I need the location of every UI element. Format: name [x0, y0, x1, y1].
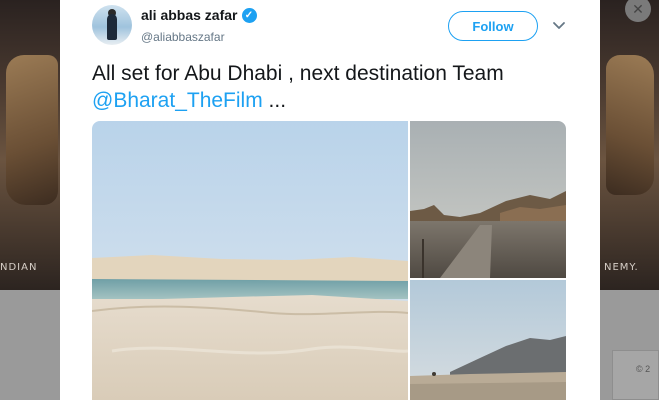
- media-grid: [92, 121, 566, 400]
- tweet-text-suffix: ...: [262, 89, 287, 112]
- desert-mountain-road-photo[interactable]: [410, 121, 566, 278]
- author-handle[interactable]: @aliabbaszafar: [141, 30, 225, 44]
- background-caption-right: NEMY.: [604, 262, 639, 273]
- avatar[interactable]: [92, 5, 132, 45]
- tweet-text-body: All set for Abu Dhabi , next destination…: [92, 62, 504, 85]
- desert-lake-photo[interactable]: [92, 121, 408, 400]
- chevron-down-icon[interactable]: [551, 17, 567, 33]
- background-copyright: © 2: [636, 364, 651, 374]
- background-area-left: [0, 290, 60, 400]
- tweet-text: All set for Abu Dhabi , next destination…: [92, 60, 582, 114]
- desert-plain-mountains-photo[interactable]: [410, 280, 566, 400]
- tweet-modal: ali abbas zafar ✓ @aliabbaszafar Follow …: [60, 0, 600, 400]
- author-display-name[interactable]: ali abbas zafar: [141, 7, 238, 23]
- verified-badge-icon: ✓: [241, 7, 257, 23]
- mention-link[interactable]: @Bharat_TheFilm: [92, 89, 263, 112]
- background-caption-left: NDIAN: [0, 262, 38, 273]
- background-footer-box: [612, 350, 659, 400]
- follow-button[interactable]: Follow: [448, 11, 538, 41]
- background-poster-right: [600, 0, 659, 290]
- author-name-row[interactable]: ali abbas zafar ✓: [141, 7, 257, 23]
- background-poster-left: [0, 0, 60, 290]
